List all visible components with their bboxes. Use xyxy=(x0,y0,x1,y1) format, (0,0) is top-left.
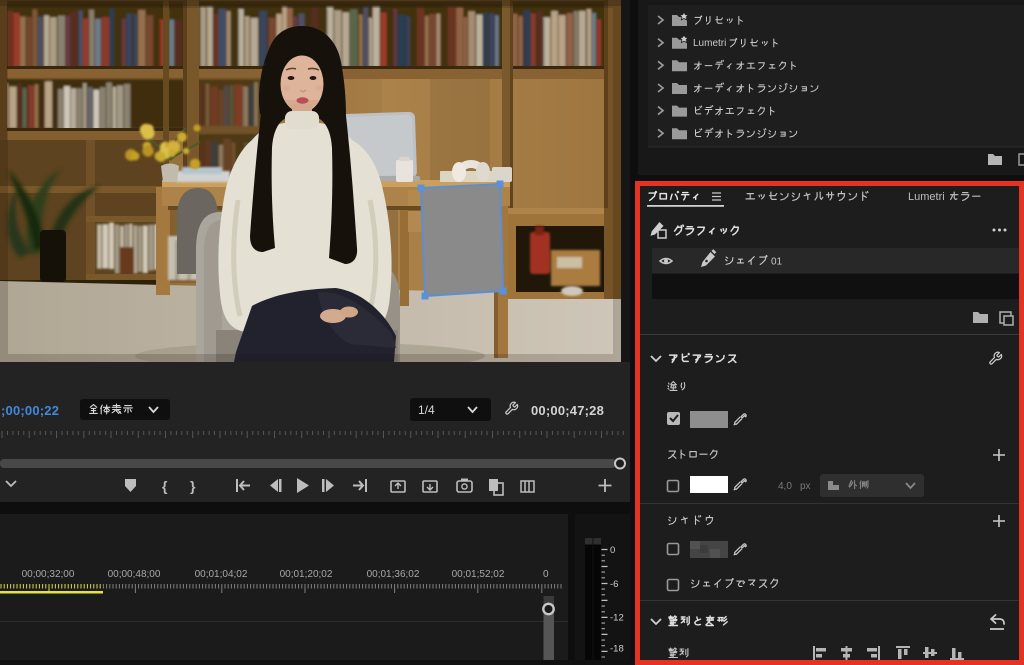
svg-text:0: 0 xyxy=(610,545,615,556)
svg-text:}: } xyxy=(190,478,196,494)
svg-text:00;01;52;02: 00;01;52;02 xyxy=(452,569,505,580)
svg-text:0: 0 xyxy=(543,569,549,580)
svg-text:Lumetri: Lumetri xyxy=(908,191,945,203)
svg-text:00;00;48;00: 00;00;48;00 xyxy=(108,569,161,580)
svg-text:;00;00;22: ;00;00;22 xyxy=(1,403,59,418)
svg-text:Lumetri: Lumetri xyxy=(693,38,726,49)
svg-text:-12: -12 xyxy=(610,613,624,624)
svg-text:4,0: 4,0 xyxy=(778,481,792,492)
svg-text:00;00;32;00: 00;00;32;00 xyxy=(22,569,75,580)
svg-text:px: px xyxy=(800,481,811,492)
svg-text:1/4: 1/4 xyxy=(418,403,435,417)
svg-text:00;01;20;02: 00;01;20;02 xyxy=(280,569,333,580)
svg-text:00;01;04;02: 00;01;04;02 xyxy=(195,569,248,580)
svg-text:00;01;36;02: 00;01;36;02 xyxy=(367,569,420,580)
svg-text:01: 01 xyxy=(771,257,783,268)
svg-text:-6: -6 xyxy=(610,579,618,590)
svg-text:00;00;47;28: 00;00;47;28 xyxy=(531,403,604,418)
svg-text:-18: -18 xyxy=(610,644,624,655)
svg-text:{: { xyxy=(162,478,168,494)
